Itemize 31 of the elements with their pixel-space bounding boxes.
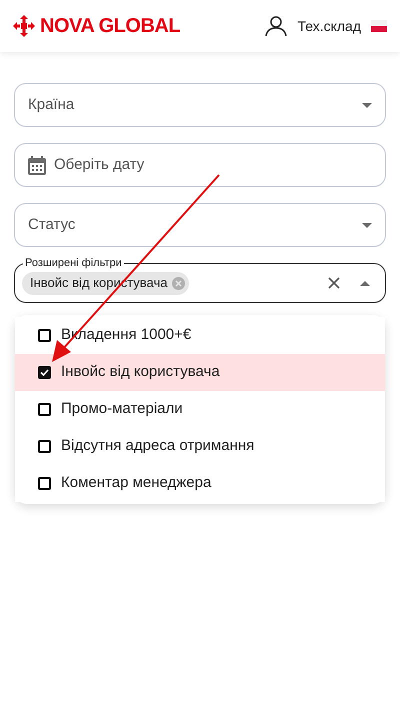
menu-option[interactable]: Інвойс від користувача	[15, 354, 385, 391]
user-icon[interactable]	[265, 15, 288, 37]
brand-name[interactable]: NOVA GLOBAL	[40, 11, 180, 41]
checkbox[interactable]	[38, 403, 51, 416]
field-placeholder: Оберіть дату	[54, 154, 146, 175]
select-field[interactable]: Країна	[14, 83, 386, 127]
field-label: Розширені фільтри	[24, 256, 123, 271]
checkbox[interactable]	[38, 440, 51, 453]
checkbox[interactable]	[38, 329, 51, 342]
calendar-icon	[28, 156, 46, 174]
date-field[interactable]: Оберіть дату	[14, 143, 386, 187]
check-icon	[40, 369, 49, 376]
checkbox[interactable]	[38, 366, 51, 379]
user-name[interactable]: Тех.склад	[297, 16, 361, 36]
caret-down-icon[interactable]	[362, 222, 372, 228]
option-label: Коментар менеджера	[61, 473, 212, 494]
clear-icon[interactable]	[328, 277, 340, 289]
select-field[interactable]: Статус	[14, 203, 386, 247]
option-label: Промо-матеріали	[61, 399, 183, 420]
field-placeholder: Країна	[28, 94, 76, 115]
option-label: Інвойс від користувача	[61, 362, 220, 382]
logo-icon[interactable]	[13, 15, 35, 37]
option-label: Відсутня адреса отримання	[61, 436, 254, 456]
flag-icon[interactable]	[371, 20, 387, 32]
menu-option[interactable]: Промо-матеріали	[15, 391, 385, 428]
caret-down-icon[interactable]	[362, 102, 372, 108]
checkbox[interactable]	[38, 477, 51, 490]
menu-option[interactable]: Відсутня адреса отримання	[15, 428, 385, 465]
caret-up-icon[interactable]	[360, 280, 370, 286]
field-placeholder: Статус	[28, 214, 76, 235]
menu-option[interactable]: Коментар менеджера	[15, 465, 385, 502]
